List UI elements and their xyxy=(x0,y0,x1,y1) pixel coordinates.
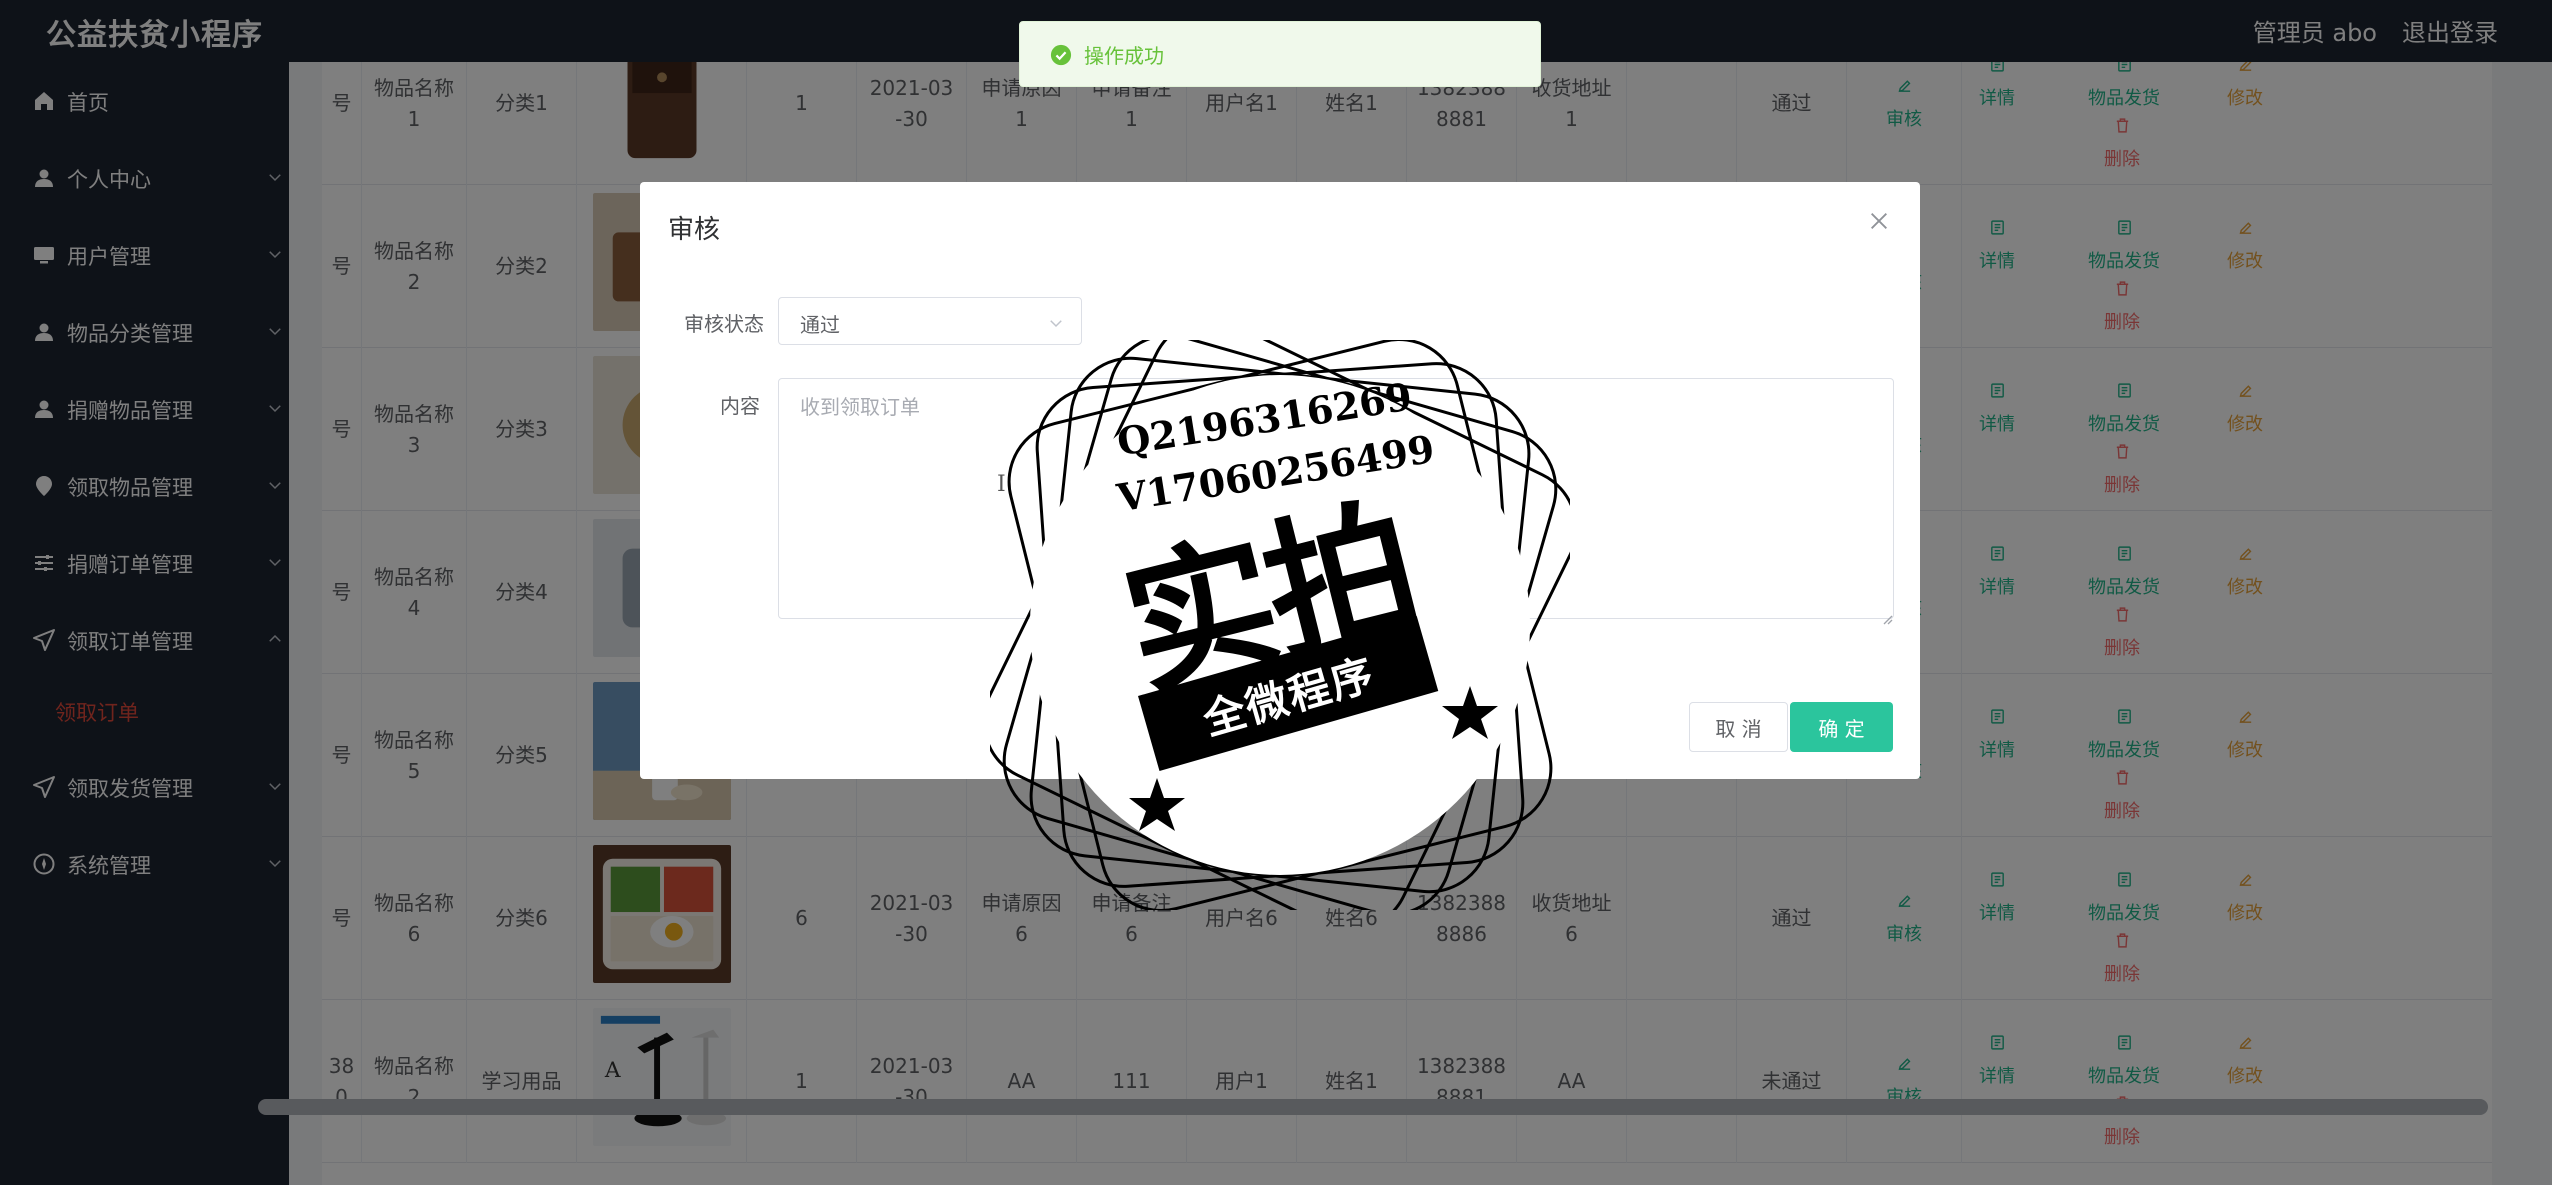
status-select-value: 通过 xyxy=(800,313,840,337)
dialog-title: 审核 xyxy=(668,215,721,245)
resize-grip-icon[interactable] xyxy=(1881,606,1893,625)
success-toast: 操作成功 xyxy=(1019,21,1541,87)
toast-message: 操作成功 xyxy=(1084,44,1164,68)
status-label: 审核状态 xyxy=(684,312,764,336)
chevron-down-icon xyxy=(1047,313,1065,331)
close-icon[interactable] xyxy=(1868,210,1890,232)
check-circle-icon xyxy=(1050,44,1072,66)
status-select[interactable]: 通过 xyxy=(778,297,1082,345)
watermark-stamp: Q2196316269 V17060256499 实拍 全微程序 xyxy=(982,318,1578,932)
content-label: 内容 xyxy=(720,394,760,418)
confirm-button[interactable]: 确 定 xyxy=(1790,702,1893,752)
cancel-button[interactable]: 取 消 xyxy=(1689,702,1788,752)
